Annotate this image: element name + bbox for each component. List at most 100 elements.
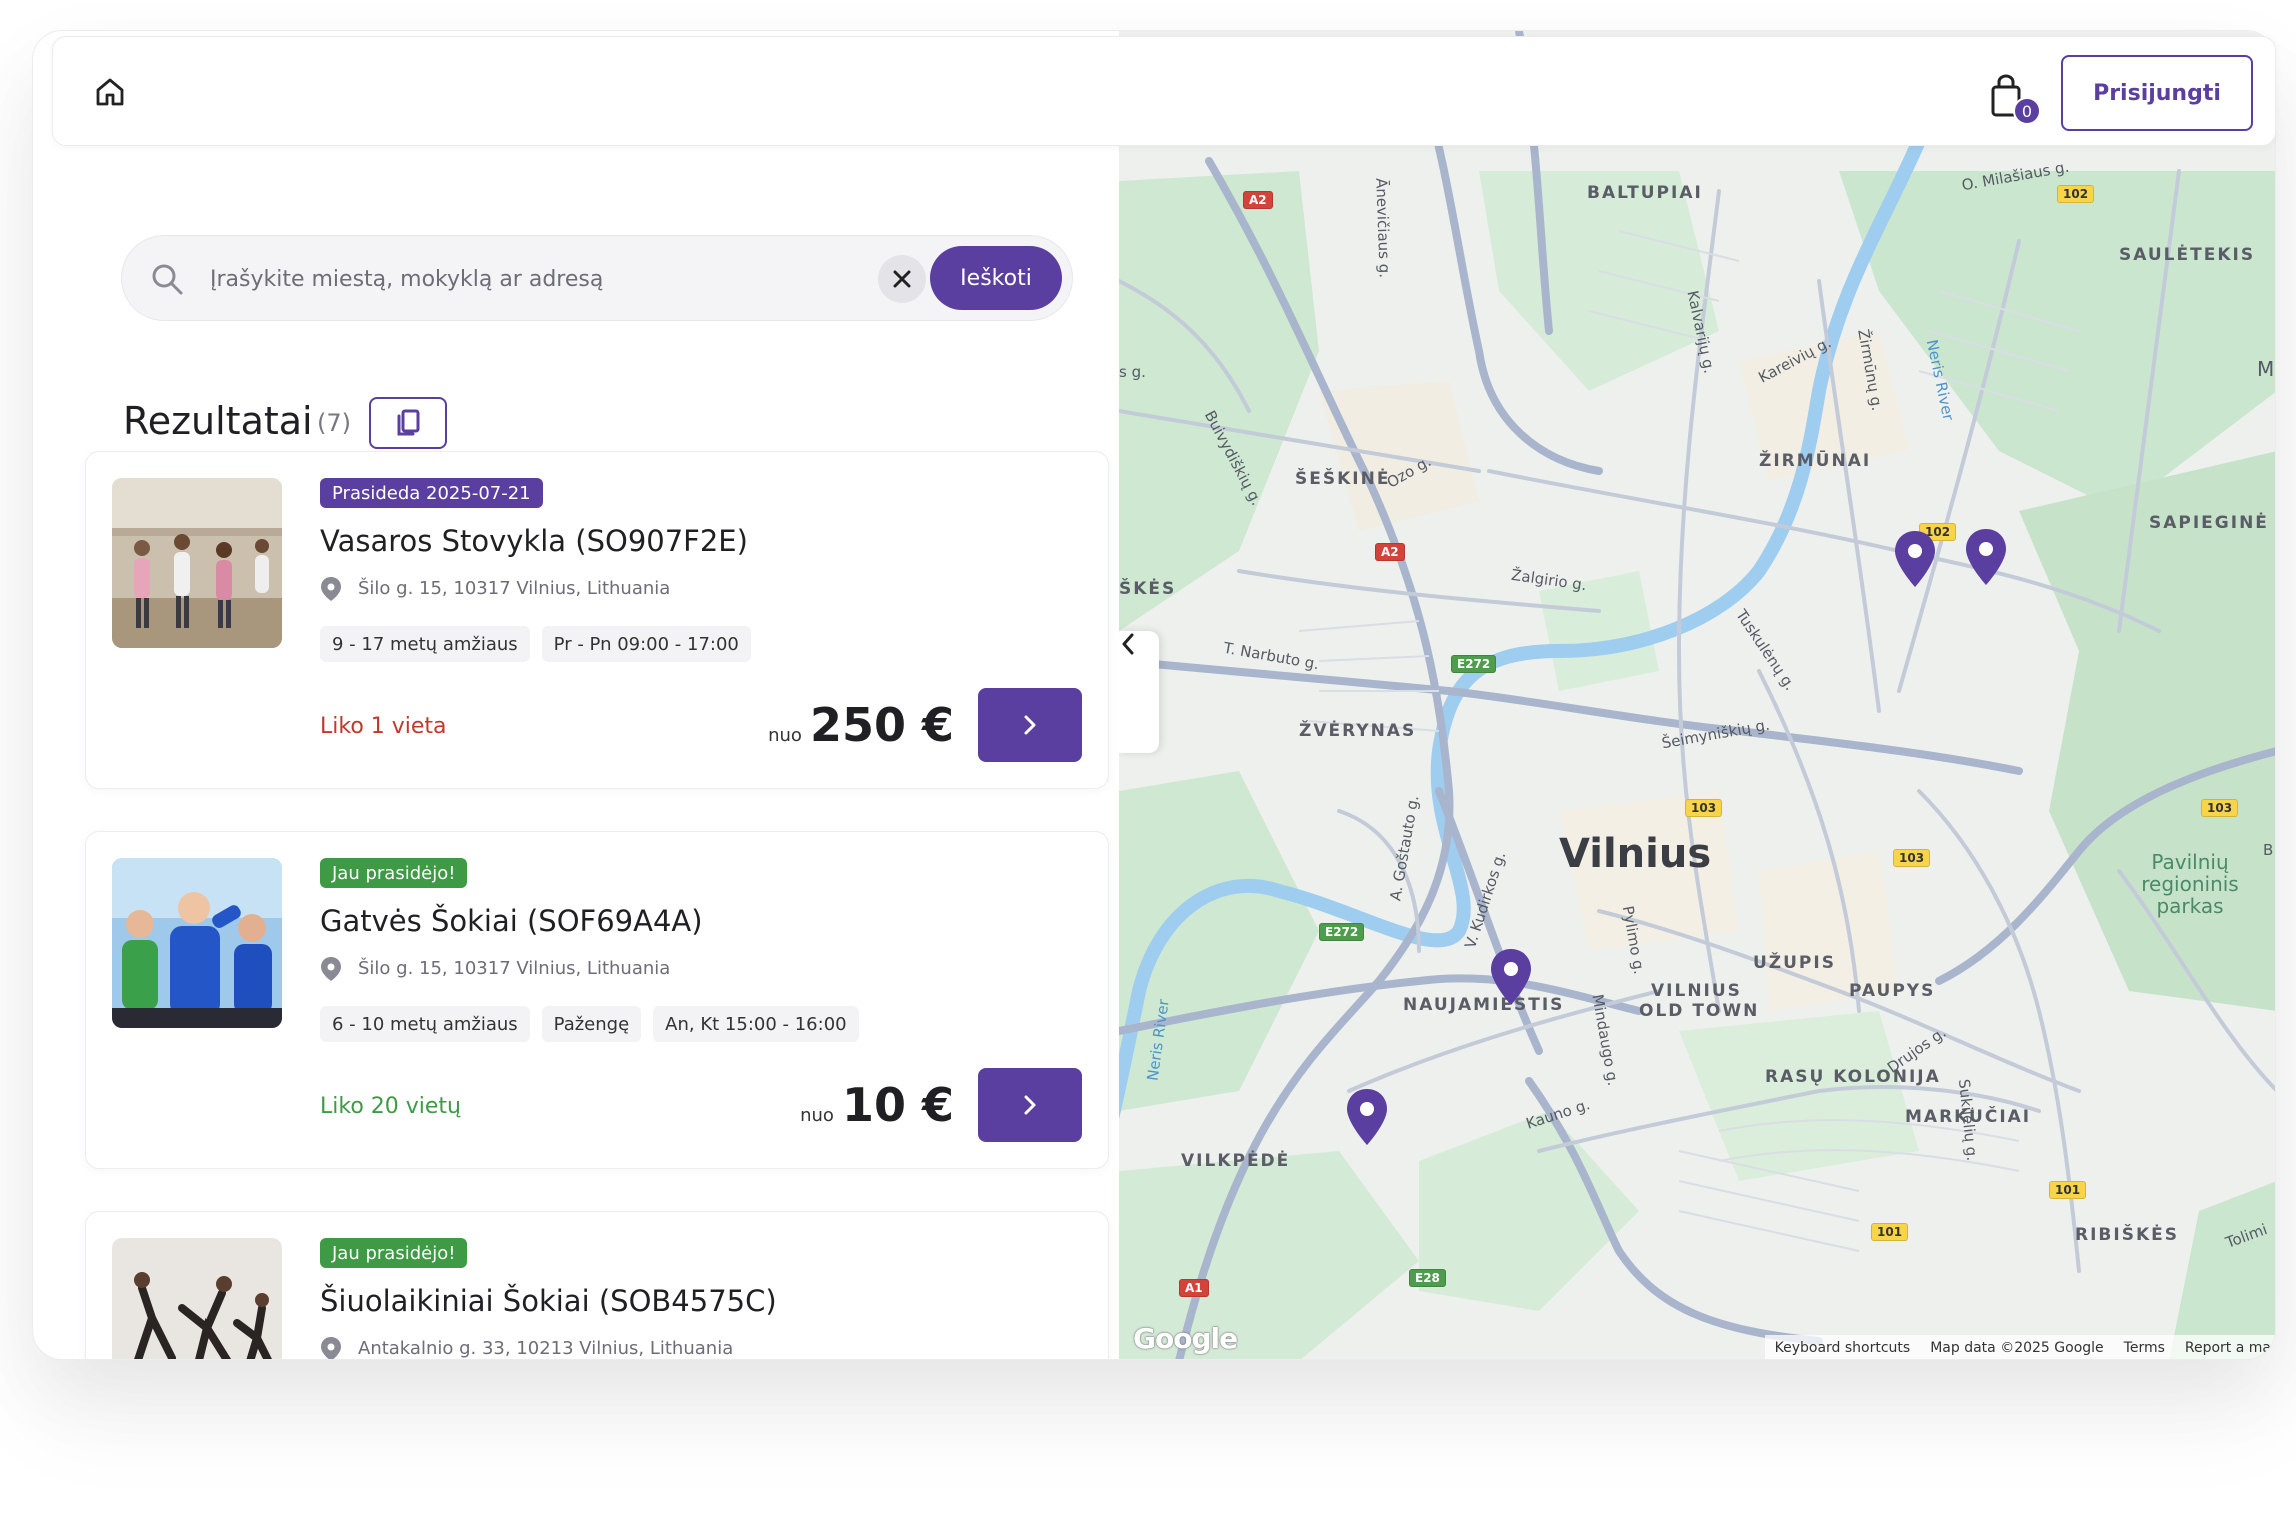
- location-pin-icon: [321, 577, 341, 601]
- card-tags: 9 - 17 metų amžiaus Pr - Pn 09:00 - 17:0…: [320, 626, 751, 662]
- card-thumbnail: [112, 858, 282, 1028]
- chevron-right-icon: [1024, 1095, 1036, 1115]
- map-label-ribiskes: RIBIŠKĖS: [2075, 1225, 2179, 1245]
- map-label-vilnius-old: VILNIUS: [1651, 981, 1742, 1001]
- status-badge: Jau prasidėjo!: [320, 1238, 468, 1268]
- open-card-button[interactable]: [978, 688, 1082, 762]
- street-anaviciaus: Ānevičiaus g.: [1372, 177, 1394, 279]
- card-tags: 6 - 10 metų amžiaus Pažengę An, Kt 15:00…: [320, 1006, 859, 1042]
- age-tag: 9 - 17 metų amžiaus: [320, 626, 530, 662]
- copy-results-button[interactable]: [369, 397, 447, 449]
- price-value: 10 €: [841, 1078, 954, 1132]
- map-label-uzupis: UŽUPIS: [1753, 953, 1836, 973]
- result-card[interactable]: Jau prasidėjo! Šiuolaikiniai Šokiai (SOB…: [85, 1211, 1109, 1359]
- result-card[interactable]: Jau prasidėjo! Gatvės Šokiai (SOF69A4A) …: [85, 831, 1109, 1169]
- price: nuo 250 €: [768, 698, 954, 752]
- price-prefix: nuo: [768, 725, 802, 746]
- route-badge: E272: [1319, 923, 1365, 941]
- location-pin-icon: [321, 1337, 341, 1359]
- close-icon: [893, 270, 911, 288]
- results-title: Rezultatai: [123, 399, 313, 443]
- route-badge: 103: [1685, 799, 1723, 817]
- route-badge: 103: [1893, 849, 1931, 867]
- route-badge: A2: [1243, 191, 1273, 209]
- card-thumbnail: [112, 1238, 282, 1359]
- map-collapse-button[interactable]: [1119, 631, 1159, 753]
- search-input[interactable]: [210, 258, 950, 300]
- results-count: (7): [317, 409, 351, 437]
- price-prefix: nuo: [800, 1105, 834, 1126]
- app-frame: BALTUPIAI SAULĖTEKIS ŠEŠKINĖ ŽIRMŪNAI SA…: [32, 30, 2276, 1360]
- level-tag: Pažengę: [541, 1006, 642, 1042]
- search-button[interactable]: Ieškoti: [930, 246, 1062, 310]
- map-label-skes: ŠKĖS: [1119, 579, 1177, 599]
- map-pin-icon[interactable]: [1892, 529, 1938, 589]
- map-footer: Keyboard shortcuts Map data ©2025 Google…: [1764, 1335, 2275, 1359]
- age-tag: 6 - 10 metų amžiaus: [320, 1006, 530, 1042]
- route-badge: A2: [1375, 543, 1405, 561]
- keyboard-shortcuts-link[interactable]: Keyboard shortcuts: [1775, 1340, 1911, 1356]
- status-badge: Jau prasidėjo!: [320, 858, 468, 888]
- login-button[interactable]: Prisijungti: [2061, 55, 2253, 131]
- google-logo: Google: [1133, 1322, 1238, 1355]
- map-label-zirmunai: ŽIRMŪNAI: [1759, 451, 1872, 471]
- location-pin-icon: [321, 957, 341, 981]
- search-bar: Ieškoti: [121, 235, 1073, 321]
- result-card[interactable]: Prasideda 2025-07-21 Vasaros Stovykla (S…: [85, 451, 1109, 789]
- chevron-left-icon: [1122, 633, 1134, 655]
- map-label-sapiegine: SAPIEGINĖ: [2149, 513, 2269, 533]
- search-icon: [152, 264, 183, 295]
- route-badge: 101: [2049, 1181, 2087, 1199]
- street-s-g: s g.: [1119, 363, 1146, 381]
- schedule-tag: Pr - Pn 09:00 - 17:00: [541, 626, 751, 662]
- price-value: 250 €: [809, 698, 954, 752]
- terms-link[interactable]: Terms: [2124, 1340, 2165, 1356]
- card-address: Šilo g. 15, 10317 Vilnius, Lithuania: [358, 578, 671, 599]
- availability-text: Liko 20 vietų: [320, 1094, 462, 1119]
- map-label-vilkpede: VILKPĖDĖ: [1181, 1151, 1291, 1171]
- map-label-paupys: PAUPYS: [1849, 981, 1936, 1001]
- card-title[interactable]: Vasaros Stovykla (SO907F2E): [320, 524, 748, 558]
- street-b: B: [2263, 841, 2274, 859]
- schedule-tag: An, Kt 15:00 - 16:00: [653, 1006, 859, 1042]
- map-pin-icon[interactable]: [1344, 1087, 1390, 1147]
- map-label-rasu-kolonija: RASŲ KOLONIJA: [1765, 1067, 1941, 1087]
- open-card-button[interactable]: [978, 1068, 1082, 1142]
- card-title[interactable]: Gatvės Šokiai (SOF69A4A): [320, 904, 703, 938]
- card-address: Šilo g. 15, 10317 Vilnius, Lithuania: [358, 958, 671, 979]
- street-mi: Mi: [2257, 357, 2275, 381]
- map[interactable]: BALTUPIAI SAULĖTEKIS ŠEŠKINĖ ŽIRMŪNAI SA…: [1119, 31, 2275, 1359]
- dance-studio-photo: [112, 478, 282, 648]
- price: nuo 10 €: [800, 1078, 954, 1132]
- map-canvas: [1119, 31, 2275, 1359]
- report-link[interactable]: Report a ma: [2185, 1340, 2271, 1356]
- map-pin-icon[interactable]: [1488, 947, 1534, 1007]
- kids-dance-photo: [112, 858, 282, 1028]
- route-badge: E28: [1409, 1269, 1446, 1287]
- copy-icon: [397, 409, 420, 436]
- map-label-baltupiai: BALTUPIAI: [1587, 183, 1703, 203]
- map-park-label: Pavilnių regioninis parkas: [2141, 850, 2239, 918]
- route-badge: 101: [1871, 1223, 1909, 1241]
- map-label-sauletekis: SAULĖTEKIS: [2119, 245, 2256, 265]
- route-badge: A1: [1179, 1279, 1209, 1297]
- status-badge: Prasideda 2025-07-21: [320, 478, 543, 508]
- map-label-zverynas: ŽVĖRYNAS: [1299, 721, 1417, 741]
- map-city-label: Vilnius: [1559, 831, 1712, 877]
- map-label-seskine: ŠEŠKINĖ: [1295, 469, 1391, 489]
- map-label-naujamiestis: NAUJAMIESTIS: [1403, 995, 1565, 1015]
- map-label-old-town: OLD TOWN: [1639, 1001, 1760, 1021]
- map-pin-icon[interactable]: [1963, 527, 2009, 587]
- card-address: Antakalnio g. 33, 10213 Vilnius, Lithuan…: [358, 1338, 734, 1359]
- contemporary-dance-photo: [112, 1238, 282, 1359]
- card-title[interactable]: Šiuolaikiniai Šokiai (SOB4575C): [320, 1284, 777, 1318]
- route-badge: 103: [2201, 799, 2239, 817]
- card-thumbnail: [112, 478, 282, 648]
- top-header: 0 Prisijungti: [52, 36, 2276, 146]
- route-badge: 102: [2057, 185, 2095, 203]
- availability-text: Liko 1 vieta: [320, 714, 447, 739]
- home-icon[interactable]: [93, 75, 127, 109]
- map-data-text: Map data ©2025 Google: [1930, 1340, 2104, 1356]
- clear-search-button[interactable]: [878, 255, 926, 303]
- chevron-right-icon: [1024, 715, 1036, 735]
